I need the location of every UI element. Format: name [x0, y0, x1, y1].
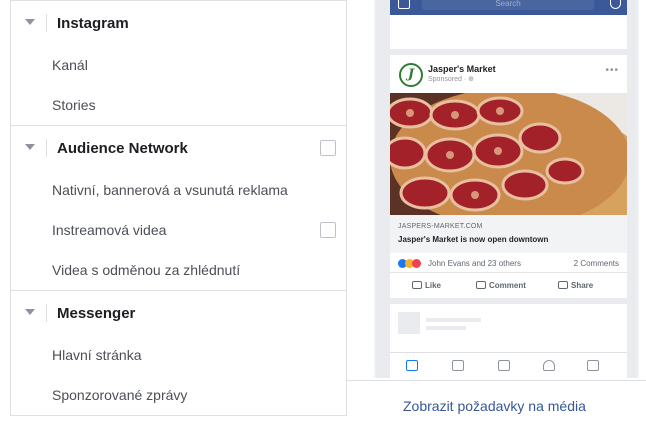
camera-icon: [398, 0, 410, 9]
placement-row-stories[interactable]: Stories: [11, 85, 346, 125]
menu-icon: [587, 360, 599, 371]
section-audience-network: Audience Network Nativní, bannerová a vs…: [11, 125, 346, 290]
placement-label: Nativní, bannerová a vsunutá reklama: [52, 182, 288, 198]
placement-row-native-banner[interactable]: Nativní, bannerová a vsunutá reklama: [11, 170, 346, 210]
divider: [46, 139, 47, 157]
watch-icon: [452, 360, 464, 371]
placement-label: Videa s odměnou za zhlédnutí: [52, 262, 241, 278]
caret-down-icon[interactable]: [25, 19, 35, 25]
section-messenger: Messenger Hlavní stránka Sponzorované zp…: [11, 290, 346, 415]
comment-label: Comment: [489, 281, 526, 290]
comment-count: 2 Comments: [573, 259, 619, 268]
caret-down-icon[interactable]: [25, 309, 35, 315]
page-name: Jasper's Market: [428, 64, 496, 74]
search-bar: Search: [422, 0, 594, 10]
love-reaction-icon: [412, 259, 421, 268]
link-url: JASPERS-MARKET.COM: [398, 223, 483, 230]
marketplace-icon: [498, 360, 510, 371]
placeholder-avatar: [398, 312, 420, 334]
placement-label: Stories: [52, 97, 96, 113]
ad-card: J Jasper's Market Sponsored · ⊕ ••• JASP…: [390, 55, 627, 298]
section-checkbox[interactable]: [320, 140, 336, 156]
share-label: Share: [571, 281, 594, 290]
composer-strip: [390, 15, 627, 49]
comment-icon: [476, 281, 486, 289]
section-title: Audience Network: [57, 139, 188, 157]
divider: [346, 380, 646, 381]
news-feed-icon: [406, 360, 418, 371]
next-post-placeholder: [390, 304, 627, 352]
ad-preview-phone: Search J Jasper's Market Sponsored · ⊕ •…: [374, 0, 639, 378]
placement-row-feed[interactable]: Kanál: [11, 45, 346, 85]
facebook-top-bar: Search: [390, 0, 627, 15]
thumbs-up-icon: [412, 281, 422, 289]
view-media-requirements-link[interactable]: Zobrazit požadavky na média: [403, 398, 586, 414]
ad-image: [390, 93, 627, 215]
more-options-icon: •••: [605, 65, 619, 76]
section-title: Messenger: [57, 304, 136, 322]
placement-label: Hlavní stránka: [52, 347, 142, 363]
page-avatar: J: [399, 63, 423, 87]
comment-action: Comment: [476, 281, 526, 290]
fig-tart-image: [390, 93, 627, 215]
section-header-audience-network[interactable]: Audience Network: [11, 126, 346, 170]
placeholder-line: [426, 318, 481, 322]
section-instagram: Instagram Kanál Stories: [11, 0, 346, 125]
placement-label: Sponzorované zprávy: [52, 387, 188, 403]
divider: [46, 14, 47, 32]
share-icon: [558, 281, 568, 289]
placement-row-rewarded-video[interactable]: Videa s odměnou za zhlédnutí: [11, 250, 346, 290]
placement-label: Kanál: [52, 57, 88, 73]
link-preview[interactable]: JASPERS-MARKET.COM Jasper's Market is no…: [390, 215, 627, 253]
sponsored-label: Sponsored · ⊕: [428, 76, 474, 83]
notifications-icon: [543, 360, 555, 371]
bottom-tab-bar: [390, 352, 627, 378]
caret-down-icon[interactable]: [25, 144, 35, 150]
reactions-bar: John Evans and 23 others 2 Comments: [390, 253, 627, 273]
share-action: Share: [558, 281, 593, 290]
section-title: Instagram: [57, 14, 129, 32]
reaction-names: John Evans and 23 others: [428, 259, 521, 268]
placement-row-instream-video[interactable]: Instreamová videa: [11, 210, 346, 250]
link-title: Jasper's Market is now open downtown: [398, 235, 549, 244]
placement-checkbox[interactable]: [320, 222, 336, 238]
messenger-icon: [610, 0, 621, 9]
placeholder-line: [426, 326, 466, 330]
like-action: Like: [412, 281, 441, 290]
placements-panel: Instagram Kanál Stories Audience Network…: [10, 0, 347, 416]
section-header-instagram[interactable]: Instagram: [11, 1, 346, 45]
placement-row-sponsored-messages[interactable]: Sponzorované zprávy: [11, 375, 346, 415]
post-actions: Like Comment Share: [390, 274, 627, 298]
like-label: Like: [425, 281, 442, 290]
placement-row-home[interactable]: Hlavní stránka: [11, 335, 346, 375]
placement-label: Instreamová videa: [52, 222, 167, 238]
divider: [46, 304, 47, 322]
section-header-messenger[interactable]: Messenger: [11, 291, 346, 335]
